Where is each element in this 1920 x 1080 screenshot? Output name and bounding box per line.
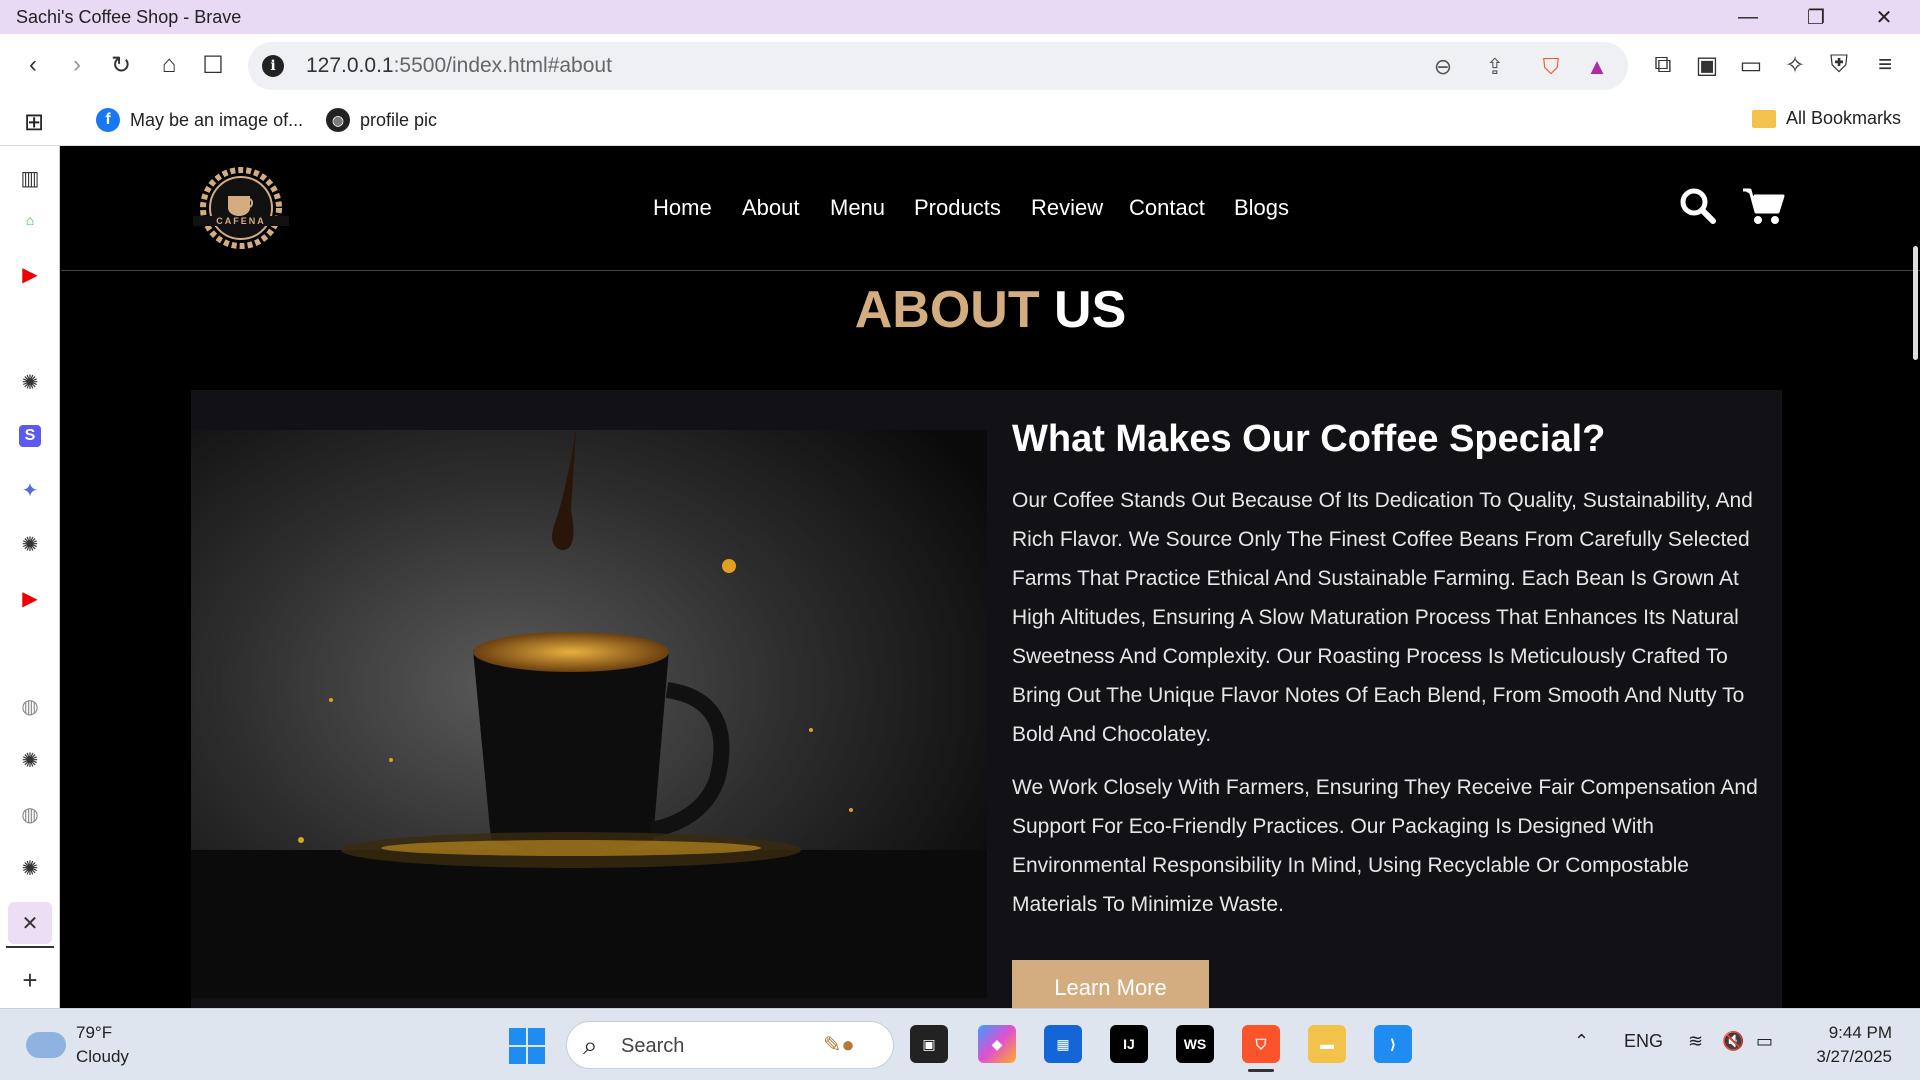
nav-home[interactable]: Home bbox=[653, 195, 712, 221]
intellij-icon[interactable]: IJ bbox=[1110, 1025, 1148, 1063]
chatgpt-icon[interactable]: ✺ bbox=[14, 366, 46, 398]
home-site-icon[interactable]: ⌂ bbox=[14, 204, 46, 236]
site-header: CAFENA Home About Menu Products Review C… bbox=[61, 146, 1920, 271]
file-explorer-icon[interactable]: ▬ bbox=[1308, 1025, 1346, 1063]
about-paragraph: We Work Closely With Farmers, Ensuring T… bbox=[1012, 776, 1758, 916]
about-paragraph: Our Coffee Stands Out Because Of Its Ded… bbox=[1012, 489, 1753, 746]
globe-icon[interactable]: ◍ bbox=[14, 690, 46, 722]
scrollbar[interactable] bbox=[1913, 246, 1918, 360]
nav-products[interactable]: Products bbox=[914, 195, 1001, 221]
learn-more-button[interactable]: Learn More bbox=[1012, 960, 1209, 1008]
url-text[interactable]: 127.0.0.1:5500/index.html#about bbox=[306, 54, 612, 78]
bookmark-icon[interactable]: ☐ bbox=[194, 46, 232, 84]
logo-text: CAFENA bbox=[216, 216, 266, 226]
heading-rest: US bbox=[1039, 281, 1127, 339]
search-icon: ⌕ bbox=[583, 1030, 598, 1060]
about-title: What Makes Our Coffee Special? bbox=[1012, 418, 1606, 460]
chatgpt-icon[interactable]: ✺ bbox=[14, 852, 46, 884]
all-bookmarks[interactable]: All Bookmarks bbox=[1752, 108, 1901, 129]
nav-menu[interactable]: Menu bbox=[830, 195, 885, 221]
cloud-icon bbox=[26, 1032, 66, 1058]
weather-condition: Cloudy bbox=[76, 1047, 129, 1066]
taskbar-search[interactable]: ⌕ Search ✎● bbox=[566, 1021, 894, 1069]
nav-contact[interactable]: Contact bbox=[1129, 195, 1205, 221]
forward-button[interactable]: › bbox=[58, 46, 96, 84]
about-card: What Makes Our Coffee Special? Our Coffe… bbox=[191, 390, 1782, 1008]
start-icon[interactable] bbox=[508, 1027, 546, 1065]
close-panel-icon[interactable]: ✕ bbox=[8, 902, 52, 944]
youtube-icon[interactable]: ▶ bbox=[14, 582, 46, 614]
task-view-icon[interactable]: ▣ bbox=[910, 1025, 948, 1063]
search-label: Search bbox=[621, 1035, 685, 1057]
mute-icon[interactable]: 🔇 bbox=[1722, 1031, 1744, 1052]
youtube-icon[interactable]: ▶ bbox=[14, 258, 46, 290]
back-button[interactable]: ‹ bbox=[14, 46, 52, 84]
facebook-icon: f bbox=[96, 108, 120, 132]
extensions-icon[interactable]: ⧉ bbox=[1644, 46, 1682, 84]
share-icon[interactable]: ⇪ bbox=[1480, 52, 1510, 82]
copilot-icon[interactable]: ◆ bbox=[978, 1025, 1016, 1063]
date: 3/27/2025 bbox=[1816, 1047, 1892, 1066]
chatgpt-icon[interactable]: ✺ bbox=[14, 528, 46, 560]
home-icon[interactable]: ⌂ bbox=[150, 46, 188, 84]
heading-accent: ABOUT bbox=[854, 281, 1040, 339]
cart-icon[interactable] bbox=[1741, 186, 1785, 226]
gemini-icon[interactable]: ✦ bbox=[14, 474, 46, 506]
search-icon[interactable] bbox=[1678, 186, 1718, 226]
brave-icon[interactable]: ⛉ bbox=[1242, 1025, 1280, 1063]
language-indicator[interactable]: ENG bbox=[1624, 1031, 1663, 1052]
about-text-block: What Makes Our Coffee Special? Our Coffe… bbox=[1012, 418, 1762, 924]
site-info-icon[interactable]: i bbox=[262, 55, 284, 77]
nav-blogs[interactable]: Blogs bbox=[1234, 195, 1289, 221]
nav-about[interactable]: About bbox=[742, 195, 800, 221]
vscode-icon[interactable]: ⟩ bbox=[1374, 1025, 1412, 1063]
globe-icon[interactable]: ◍ bbox=[14, 798, 46, 830]
bookmark-profile-pic[interactable]: ◍ profile pic bbox=[326, 108, 437, 132]
windows-taskbar: 79°F Cloudy ⌕ Search ✎● ▣ ◆ ▦ IJ WS ⛉ ▬ … bbox=[0, 1008, 1920, 1080]
bookmarks-bar: ⊞ f May be an image of... ◍ profile pic … bbox=[0, 96, 1920, 146]
browser-sidebar: ▥ ⌂ ▶ ✺ S ✦ ✺ ▶ ◍ ✺ ◍ ✺ ✕ + bbox=[0, 146, 60, 1008]
clock[interactable]: 9:44 PM 3/27/2025 bbox=[1802, 1021, 1892, 1069]
web-page: CAFENA Home About Menu Products Review C… bbox=[61, 146, 1920, 1008]
weather-widget[interactable]: 79°F Cloudy bbox=[26, 1021, 129, 1069]
brave-rewards-icon[interactable]: ▲ bbox=[1582, 52, 1612, 82]
apps-grid-icon[interactable]: ⊞ bbox=[24, 108, 44, 137]
battery-icon[interactable]: ▭ bbox=[1756, 1031, 1773, 1052]
close-window-button[interactable]: ✕ bbox=[1856, 0, 1912, 34]
sidebar-divider bbox=[6, 946, 54, 948]
address-bar[interactable]: i 127.0.0.1:5500/index.html#about ⊖ ⇪ ⛉ … bbox=[248, 42, 1628, 90]
microsoft-store-icon[interactable]: ▦ bbox=[1044, 1025, 1082, 1063]
cafena-logo[interactable]: CAFENA bbox=[191, 166, 291, 250]
brave-shields-icon[interactable]: ⛉ bbox=[1536, 52, 1566, 82]
nav-review[interactable]: Review bbox=[1031, 195, 1103, 221]
add-panel-icon[interactable]: + bbox=[14, 964, 46, 996]
wifi-icon[interactable]: ≋ bbox=[1688, 1031, 1703, 1052]
chatgpt-icon[interactable]: ✺ bbox=[14, 744, 46, 776]
globe-icon: ◍ bbox=[326, 108, 350, 132]
s-app-icon[interactable]: S bbox=[14, 420, 46, 452]
active-app-indicator bbox=[1248, 1069, 1274, 1072]
folder-icon bbox=[1752, 109, 1776, 128]
sidebar-panel-icon[interactable]: ▥ bbox=[14, 162, 46, 194]
leo-ai-icon[interactable]: ✧ bbox=[1776, 46, 1814, 84]
minimize-button[interactable]: — bbox=[1720, 0, 1776, 34]
zoom-icon[interactable]: ⊖ bbox=[1428, 52, 1458, 82]
section-heading: ABOUT US bbox=[61, 280, 1920, 340]
browser-toolbar: ‹ › ↻ ⌂ ☐ i 127.0.0.1:5500/index.html#ab… bbox=[0, 34, 1920, 96]
search-highlight-icon: ✎● bbox=[823, 1032, 855, 1057]
restore-button[interactable]: ❐ bbox=[1788, 0, 1844, 34]
webstorm-icon[interactable]: WS bbox=[1176, 1025, 1214, 1063]
temperature: 79°F bbox=[76, 1023, 113, 1042]
window-title: Sachi's Coffee Shop - Brave bbox=[16, 6, 242, 27]
title-bar: Sachi's Coffee Shop - Brave — ❐ ✕ bbox=[0, 0, 1920, 34]
bookmark-facebook[interactable]: f May be an image of... bbox=[96, 108, 303, 132]
wallet-icon[interactable]: ▭ bbox=[1732, 46, 1770, 84]
tray-chevron-icon[interactable]: ⌃ bbox=[1574, 1031, 1589, 1052]
time: 9:44 PM bbox=[1828, 1023, 1892, 1042]
sidebar-toggle-icon[interactable]: ▣ bbox=[1688, 46, 1726, 84]
menu-icon[interactable]: ≡ bbox=[1866, 46, 1904, 84]
vpn-icon[interactable]: ⛨ bbox=[1820, 46, 1858, 84]
coffee-cup-image bbox=[191, 430, 987, 998]
reload-button[interactable]: ↻ bbox=[102, 46, 140, 84]
